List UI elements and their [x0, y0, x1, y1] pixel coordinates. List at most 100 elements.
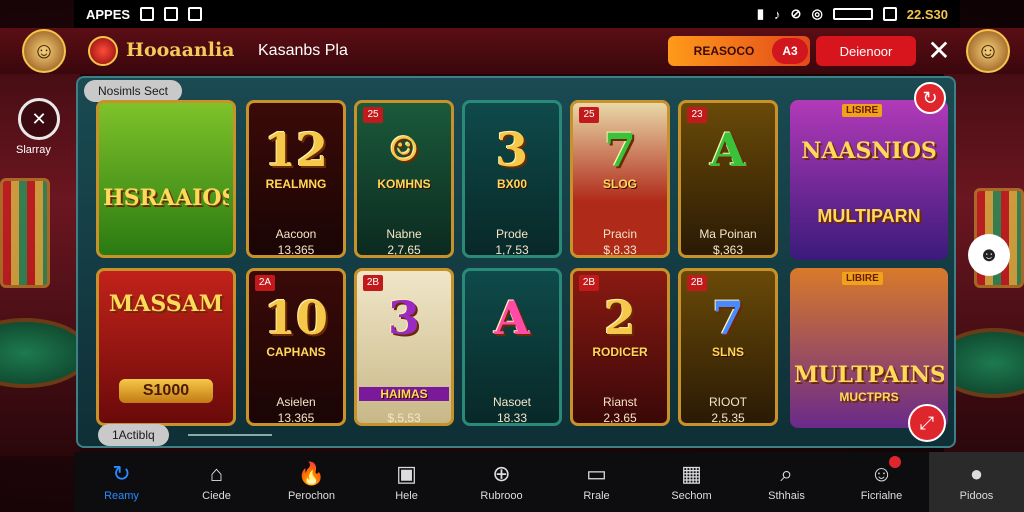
games-panel: Nosimls Sect HSRAAIOS 12 REALMNG Aacoon … [76, 76, 956, 448]
game-name: Pracin [602, 227, 637, 241]
game-tile[interactable]: HSRAAIOS [96, 100, 236, 258]
nav-item[interactable]: ▭ Rrale [549, 452, 644, 512]
game-art-letter: A [494, 291, 530, 346]
compass-icon: ⊕ [492, 461, 511, 486]
game-price: 2,5.35 [711, 411, 745, 425]
game-title: MULTPAINS [794, 362, 944, 388]
game-tile[interactable]: 23 A Ma Poinan $,363 [678, 100, 778, 258]
chat-bubble-icon[interactable]: ☻ [968, 234, 1010, 276]
refresh-icon[interactable]: ↻ [914, 82, 946, 114]
game-price: 2,7.65 [387, 243, 421, 257]
game-tile[interactable]: 3 BX00 Prode 1,7.53 [462, 100, 562, 258]
nav-item[interactable]: ⌂ Ciede [169, 452, 264, 512]
bell-icon: ♪ [774, 6, 781, 22]
nav-item-label: Rubrooo [480, 490, 523, 502]
game-art-number: 3 [495, 123, 528, 178]
header-subtitle: Kasanbs Pla [258, 42, 348, 59]
game-art-number: 2 [603, 291, 636, 346]
nav-item-label: Rrale [583, 490, 610, 502]
shuffle-label: Slarray [16, 144, 51, 156]
game-price: 1,7.53 [495, 243, 529, 257]
game-tile[interactable]: 2B 3 HAIMAS $,5,53 [354, 268, 454, 426]
carrier-label: APPES [86, 6, 131, 22]
promo-button-label: REASOCO [693, 44, 755, 58]
photo-icon [882, 7, 897, 21]
search-icon: ⌕ [780, 461, 793, 486]
signal-icon: ▮ [756, 6, 765, 21]
game-title: SLOG [602, 177, 637, 191]
game-title: CAPHANS [266, 345, 326, 359]
casino-table-decor [0, 318, 80, 388]
game-tile[interactable]: 2B 2 RODICER Rianst 2,3.65 [570, 268, 670, 426]
game-tile[interactable]: LISIRE NAASNIOS MULTIPARN [790, 100, 948, 260]
wifi-icon: ◎ [811, 6, 823, 21]
status-bar: APPES ▮ ♪ ⊘ ◎ 22.S30 [74, 0, 960, 28]
divider [188, 434, 272, 436]
nav-item[interactable]: ⊕ Rubrooo [454, 452, 549, 512]
logo-icon [88, 36, 118, 66]
activity-label[interactable]: 1Actiblq [98, 424, 169, 446]
game-title: HAIMAS [359, 387, 449, 401]
game-title: NAASNIOS [801, 138, 937, 164]
nav-item[interactable]: ⌕ Sthhais [739, 452, 834, 512]
game-price: $,5,53 [387, 411, 421, 425]
game-tile[interactable]: 2B 7 SLNS RIOOT 2,5.35 [678, 268, 778, 426]
game-price: 13.365 [277, 243, 315, 257]
game-name: Prode [495, 227, 529, 241]
game-tile[interactable]: A Nasoet 18.33 [462, 268, 562, 426]
close-icon[interactable]: ✕ [926, 36, 952, 66]
game-tile[interactable]: 12 REALMNG Aacoon 13.365 [246, 100, 346, 258]
battery-icon [832, 8, 873, 20]
notification-dot [889, 456, 901, 468]
share-icon[interactable]: ⤢ [908, 404, 946, 442]
game-art-number: 7 [711, 291, 744, 346]
game-name: Ma Poinan [699, 227, 757, 241]
game-art-number: 3 [387, 291, 420, 346]
game-tile[interactable]: MASSAM S1000 [96, 268, 236, 426]
wifi-off-icon: ⊘ [790, 6, 802, 21]
game-price-button[interactable]: S1000 [119, 379, 213, 403]
game-title: MASSAM [108, 291, 224, 317]
game-title: KOMHNS [377, 177, 431, 191]
nav-item[interactable]: ☺ Ficrialne [834, 452, 929, 512]
game-art-number: 7 [603, 123, 636, 178]
user-avatar[interactable]: ☺ [22, 29, 66, 73]
game-tile[interactable]: 25 ☺ KOMHNS Nabne 2,7.65 [354, 100, 454, 258]
game-title: REALMNG [265, 177, 327, 191]
refresh-icon: ↻ [112, 461, 131, 486]
nav-item[interactable]: 🔥 Perochon [264, 452, 359, 512]
nav-item[interactable]: ▦ Sechom [644, 452, 739, 512]
game-name: Rianst [602, 395, 637, 409]
nav-item-label: Hele [395, 490, 418, 502]
game-price: 18.33 [496, 411, 528, 425]
document-icon: ▣ [396, 461, 417, 486]
game-tile[interactable]: 25 7 SLOG Pracin $,8.33 [570, 100, 670, 258]
game-price: 2,3.65 [603, 411, 637, 425]
game-title: BX00 [496, 177, 528, 191]
game-tile[interactable]: 2A 10 CAPHANS Asielen 13.365 [246, 268, 346, 426]
bottom-nav: ↻ Reamy ⌂ Ciede 🔥 Perochon ▣ Hele ⊕ Rubrooo ▭ Rrale… [74, 452, 1024, 512]
fire-icon: 🔥 [297, 461, 326, 486]
nav-item[interactable]: ↻ Reamy [74, 452, 169, 512]
logo-text: Hooaanlia [126, 39, 235, 61]
nav-item[interactable]: ● Pidoos [929, 452, 1024, 512]
nav-item[interactable]: ▣ Hele [359, 452, 454, 512]
game-subtitle: MUCTPRS [839, 390, 899, 404]
deposit-button[interactable]: Deienoor [816, 36, 916, 66]
game-name: Asielen [276, 395, 316, 409]
nav-item-label: Reamy [104, 490, 139, 502]
game-title: HSRAAIOS [103, 185, 229, 211]
game-name: Aacoon [275, 227, 317, 241]
casino-table-decor [944, 328, 1024, 398]
avatar-icon: ● [969, 461, 984, 486]
promo-button[interactable]: REASOCO A3 [668, 36, 810, 66]
nav-item-label: Sthhais [768, 490, 805, 502]
shuffle-icon[interactable]: ✕ [18, 98, 60, 140]
game-price: $,8.33 [603, 243, 637, 257]
game-tag: LISIRE [842, 104, 883, 117]
profile-avatar[interactable]: ☺ [966, 29, 1010, 73]
game-name: Nasoet [492, 395, 532, 409]
promo-badge: A3 [772, 38, 808, 64]
casino-backdrop-left [0, 28, 80, 456]
character-icon: ☺ [388, 130, 420, 171]
